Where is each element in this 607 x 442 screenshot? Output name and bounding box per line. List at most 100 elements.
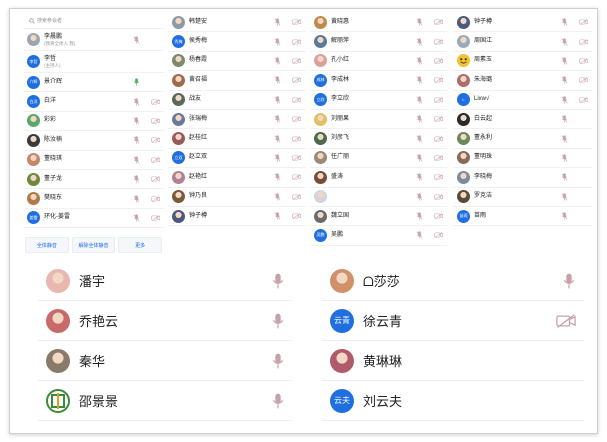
microphone-icon[interactable] — [133, 78, 140, 86]
participant-row[interactable]: 赵艳红 — [168, 168, 305, 188]
participant-row[interactable]: 成林 李成林 — [310, 71, 447, 91]
participant-row[interactable] — [310, 188, 447, 207]
microphone-icon[interactable] — [561, 212, 568, 220]
microphone-icon[interactable] — [561, 193, 568, 201]
unmute-all-button[interactable]: 解除全体静音 — [71, 237, 116, 253]
microphone-icon[interactable] — [274, 173, 281, 181]
participant-row[interactable]: 彩彩 — [23, 112, 164, 132]
participant-row[interactable]: 董子龙 — [23, 170, 164, 190]
microphone-icon[interactable] — [416, 96, 423, 104]
microphone-icon[interactable] — [274, 154, 281, 162]
camera-off-icon[interactable] — [292, 58, 301, 64]
participant-row[interactable]: 钟子樽 — [168, 207, 305, 227]
participant-row[interactable]: L Lixw√ — [453, 91, 592, 110]
participant-row[interactable]: 秦华 — [38, 341, 293, 381]
participant-row[interactable]: 樊晓东 — [23, 189, 164, 209]
microphone-icon[interactable] — [416, 154, 423, 162]
more-button[interactable]: 更多 — [118, 237, 163, 253]
participant-row[interactable]: 陈汝楠 — [23, 131, 164, 151]
microphone-icon[interactable] — [416, 134, 423, 143]
camera-off-icon[interactable] — [556, 313, 576, 328]
participant-row[interactable]: 邵景景 — [38, 381, 293, 421]
participant-row[interactable]: 潘宇 — [38, 261, 293, 301]
microphone-icon[interactable] — [561, 76, 568, 85]
microphone-icon[interactable] — [561, 37, 568, 46]
microphone-icon[interactable] — [561, 154, 568, 162]
participant-row[interactable]: 立双 赵立双 — [168, 149, 305, 169]
microphone-icon[interactable] — [416, 115, 423, 123]
microphone-icon[interactable] — [416, 76, 423, 85]
participant-row[interactable]: 赵桂红 — [168, 129, 305, 149]
microphone-icon[interactable] — [416, 212, 423, 220]
participant-row[interactable]: 周国江 — [453, 32, 592, 52]
microphone-icon[interactable] — [274, 134, 281, 143]
microphone-icon[interactable] — [561, 57, 568, 65]
camera-off-icon[interactable] — [579, 77, 588, 84]
camera-off-icon[interactable] — [579, 19, 588, 26]
microphone-icon[interactable] — [561, 134, 568, 143]
microphone-icon[interactable] — [561, 18, 568, 26]
participant-row[interactable]: 黄琳琳 — [322, 341, 584, 381]
participant-row[interactable]: 董永利 — [453, 129, 592, 149]
camera-off-icon[interactable] — [434, 19, 443, 26]
participant-row[interactable]: 钟子樽 — [453, 13, 592, 33]
camera-off-icon[interactable] — [151, 176, 160, 183]
camera-off-icon[interactable] — [434, 155, 443, 161]
camera-off-icon[interactable] — [434, 135, 443, 142]
participant-row[interactable]: 杨春霞 — [168, 52, 305, 72]
microphone-icon[interactable] — [562, 273, 576, 289]
microphone-icon[interactable] — [271, 393, 285, 409]
camera-off-icon[interactable] — [292, 174, 301, 181]
microphone-icon[interactable] — [133, 136, 140, 145]
participant-row[interactable]: 苗雨 苗雨 — [453, 207, 592, 227]
camera-off-icon[interactable] — [434, 116, 443, 123]
microphone-icon[interactable] — [416, 37, 423, 46]
participant-row[interactable]: 白云起 — [453, 110, 592, 130]
camera-off-icon[interactable] — [434, 193, 443, 200]
camera-off-icon[interactable] — [292, 155, 301, 161]
mute-all-button[interactable]: 全体静音 — [25, 237, 69, 253]
microphone-icon[interactable] — [561, 173, 568, 181]
participant-row[interactable]: 周素玉 — [453, 52, 592, 72]
participant-row[interactable]: 李晨鹏 (我将全体人 我) — [23, 29, 164, 51]
microphone-icon[interactable] — [274, 57, 281, 65]
participant-row[interactable]: 刘彦飞 — [310, 129, 447, 149]
participant-row[interactable]: 韩楚安 — [168, 13, 305, 33]
microphone-icon[interactable] — [274, 193, 281, 201]
participant-row[interactable]: 黄晓惠 — [310, 13, 447, 33]
camera-off-icon[interactable] — [579, 96, 588, 103]
camera-off-icon[interactable] — [292, 116, 301, 123]
microphone-icon[interactable] — [274, 18, 281, 26]
microphone-icon[interactable] — [274, 115, 281, 123]
microphone-icon[interactable] — [133, 214, 140, 222]
participant-row[interactable]: 李哲 李哲 (主持人) — [23, 51, 164, 73]
microphone-icon[interactable] — [274, 37, 281, 46]
camera-off-icon[interactable] — [434, 58, 443, 64]
participant-row[interactable]: 孔小红 — [310, 52, 447, 72]
camera-off-icon[interactable] — [151, 215, 160, 221]
participant-row[interactable]: 董晓琪 — [23, 151, 164, 170]
microphone-icon[interactable] — [133, 156, 140, 164]
participant-row[interactable]: 白洋 白洋 — [23, 92, 164, 112]
microphone-icon[interactable] — [416, 231, 423, 240]
microphone-icon[interactable] — [133, 97, 140, 106]
participant-row[interactable]: 乔艳云 — [38, 301, 293, 341]
participant-row[interactable]: 盛涛 — [310, 168, 447, 188]
participant-row[interactable]: 董明珠 — [453, 149, 592, 169]
participant-row[interactable]: 李晓梅 — [453, 168, 592, 188]
participant-row[interactable]: 钟乃良 — [168, 188, 305, 207]
camera-off-icon[interactable] — [151, 195, 160, 202]
camera-off-icon[interactable] — [292, 38, 301, 45]
participant-row[interactable]: 魏立国 — [310, 207, 447, 227]
camera-off-icon[interactable] — [579, 58, 588, 64]
participant-row[interactable]: 张瑞梅 — [168, 110, 305, 130]
microphone-icon[interactable] — [274, 212, 281, 220]
camera-off-icon[interactable] — [579, 38, 588, 45]
camera-off-icon[interactable] — [292, 77, 301, 84]
participant-row[interactable]: 解丽萍 — [310, 32, 447, 52]
camera-off-icon[interactable] — [434, 174, 443, 181]
participant-row[interactable]: 罗克洁 — [453, 188, 592, 207]
microphone-icon[interactable] — [561, 96, 568, 104]
participant-row[interactable]: 姜雷 环化-姜雷 — [23, 209, 164, 229]
microphone-icon[interactable] — [133, 194, 140, 203]
